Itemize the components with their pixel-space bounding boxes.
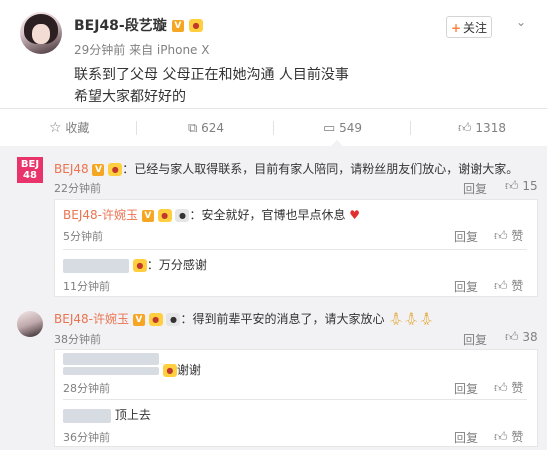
emoji-icon: ● <box>188 19 203 32</box>
emoji-icon: ● <box>162 364 177 377</box>
comment-user[interactable]: BEJ48 <box>54 162 89 176</box>
comment-count: 549 <box>339 121 363 135</box>
panda-emoji-icon: ● <box>175 209 190 222</box>
thumb-up-icon: 👍︎ <box>494 229 508 244</box>
comment-time: 22分钟前 <box>54 182 101 195</box>
comment-like-count: 15 <box>522 179 538 193</box>
post-meta: 29分钟前 来自 iPhone X <box>74 41 209 58</box>
reply-user[interactable]: BEJ48-许婉玉 <box>63 208 138 222</box>
post-source: 来自 iPhone X <box>129 43 210 57</box>
bej48-avatar[interactable]: BEJ 48 <box>17 157 43 183</box>
blurred-username[interactable] <box>63 258 129 273</box>
thumb-up-icon: 👍︎ <box>494 381 508 396</box>
thumb-up-icon: 👍︎ <box>494 430 508 445</box>
blurred-username[interactable] <box>63 408 111 423</box>
reply-button[interactable]: 回复 <box>454 278 478 295</box>
emoji-icon: ● <box>157 209 172 222</box>
comment-icon: ▭ <box>323 121 336 136</box>
favorite-button[interactable]: ☆ 收藏 <box>49 109 89 147</box>
verified-badge-icon: V <box>141 209 154 222</box>
heart-icon: ♥ <box>349 208 361 222</box>
verified-badge-icon: V <box>92 163 105 176</box>
emoji-icon: ● <box>132 259 147 272</box>
like-label: 赞 <box>511 229 524 243</box>
verified-badge-icon: V <box>171 19 184 32</box>
post-text-line-1: 联系到了父母 父母正在和她沟通 人目前没事 <box>74 67 349 83</box>
reply-text: 顶上去 <box>114 408 151 422</box>
comment-user[interactable]: BEJ48-许婉玉 <box>54 312 129 326</box>
reply-text: ：安全就好，官博也早点休息 <box>189 208 346 222</box>
thumb-up-icon: 👍︎ <box>458 121 472 136</box>
repost-count: 624 <box>201 121 225 135</box>
follow-label: 关注 <box>463 21 488 35</box>
praying-hands-icon: 🙏︎🙏︎🙏︎ <box>388 312 434 326</box>
comment-like-button[interactable]: 👍︎ 15 <box>505 179 538 194</box>
like-button[interactable]: 👍︎ 1318 <box>458 109 506 147</box>
divider <box>63 249 527 250</box>
commenter-avatar[interactable] <box>17 311 43 337</box>
action-bar: ☆ 收藏 ⧉ 624 ▭ 549 👍︎ 1318 <box>0 108 547 147</box>
repost-button[interactable]: ⧉ 624 <box>188 109 224 147</box>
thumb-up-icon: 👍︎ <box>505 179 519 194</box>
reply-button[interactable]: 回复 <box>463 180 487 197</box>
emoji-icon: ● <box>108 163 123 176</box>
reply-button[interactable]: 回复 <box>454 380 478 397</box>
post-text-line-2: 希望大家都好好的 <box>74 89 186 105</box>
emoji-icon: ● <box>148 313 163 326</box>
comment-1: BEJ48 V ● ：已经与家人取得联系，目前有家人陪同，请粉丝朋友们放心，谢谢大… <box>54 160 518 177</box>
reply-like-button[interactable]: 👍︎ 赞 <box>494 227 523 244</box>
panda-emoji-icon: ● <box>166 313 181 326</box>
divider <box>63 399 527 400</box>
reply-time: 11分钟前 <box>63 280 110 293</box>
repost-icon: ⧉ <box>188 121 198 136</box>
author-avatar[interactable] <box>20 12 62 54</box>
reply-item: ● ：万分感谢 <box>63 256 207 273</box>
comment-2: BEJ48-许婉玉 V ● ● ：得到前辈平安的消息了，请大家放心 🙏︎🙏︎🙏︎ <box>54 310 434 327</box>
like-label: 赞 <box>511 279 524 293</box>
reply-text: ：万分感谢 <box>146 258 207 272</box>
comment-like-button[interactable]: 👍︎ 38 <box>505 330 538 345</box>
like-label: 赞 <box>511 381 524 395</box>
reply-button[interactable]: 回复 <box>463 331 487 348</box>
plus-icon: + <box>450 21 462 35</box>
follow-button[interactable]: + 关注 <box>446 16 492 38</box>
post-author-name[interactable]: BEJ48-段艺璇 <box>74 18 167 34</box>
reply-like-button[interactable]: 👍︎ 赞 <box>494 428 523 445</box>
reply-text: 谢谢 <box>176 363 201 377</box>
reply-item: 顶上去 <box>63 406 151 423</box>
reply-item: BEJ48-许婉玉 V ● ● ：安全就好，官博也早点休息 ♥ <box>63 206 360 223</box>
blurred-username[interactable] <box>63 366 159 375</box>
comment-text: ：得到前辈平安的消息了，请大家放心 <box>180 312 385 326</box>
reply-time: 28分钟前 <box>63 382 110 395</box>
reply-like-button[interactable]: 👍︎ 赞 <box>494 379 523 396</box>
chevron-down-icon[interactable]: ⌄ <box>516 15 530 29</box>
thumb-up-icon: 👍︎ <box>494 279 508 294</box>
comment-like-count: 38 <box>522 330 538 344</box>
reply-button[interactable]: 回复 <box>454 429 478 446</box>
reply-button[interactable]: 回复 <box>454 228 478 245</box>
reply-time: 5分钟前 <box>63 230 103 243</box>
reply-time: 36分钟前 <box>63 431 110 444</box>
comment-text: ：已经与家人取得联系，目前有家人陪同，请粉丝朋友们放心，谢谢大家。 <box>122 162 519 176</box>
like-label: 赞 <box>511 430 524 444</box>
post-author-line: BEJ48-段艺璇 V ● <box>74 15 203 35</box>
like-count: 1318 <box>475 121 506 135</box>
comment-time: 38分钟前 <box>54 333 101 346</box>
thumb-up-icon: 👍︎ <box>505 330 519 345</box>
reply-item: ● 谢谢 <box>63 361 201 378</box>
star-icon: ☆ <box>49 120 62 136</box>
post-time[interactable]: 29分钟前 <box>74 43 125 57</box>
favorite-label: 收藏 <box>65 121 90 135</box>
verified-badge-icon: V <box>132 313 145 326</box>
reply-like-button[interactable]: 👍︎ 赞 <box>494 277 523 294</box>
